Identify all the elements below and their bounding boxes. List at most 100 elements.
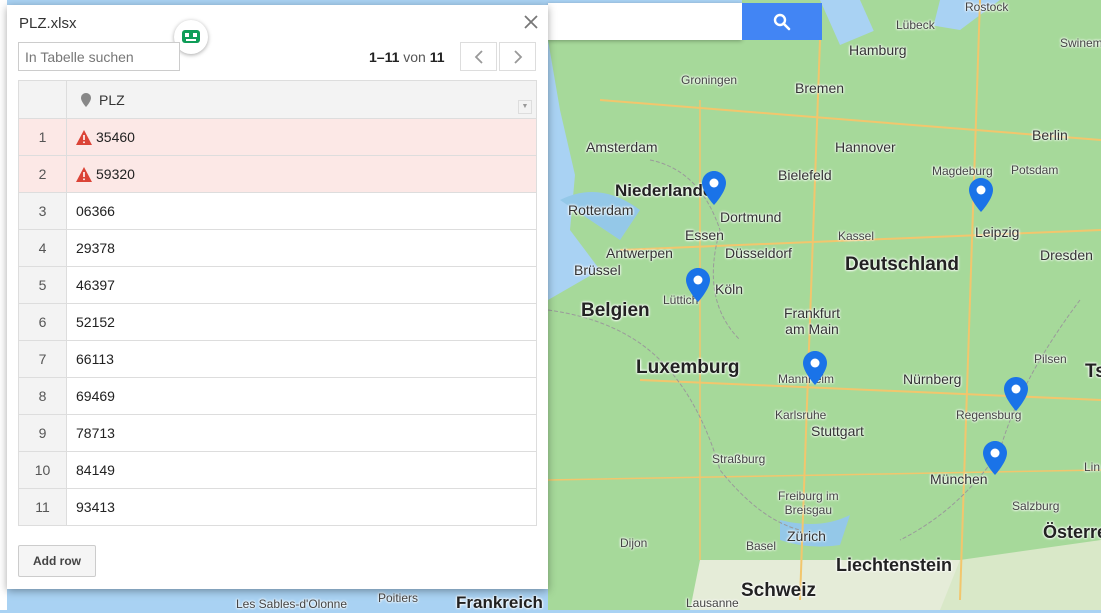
map-label-luebeck: Lübeck (896, 18, 935, 32)
map-pin-marker[interactable] (702, 171, 726, 205)
column-menu-arrow-icon[interactable]: ▼ (518, 99, 532, 114)
map-label-berlin: Berlin (1032, 127, 1068, 143)
plz-value: 84149 (76, 462, 115, 478)
plz-value: 35460 (96, 128, 135, 145)
pager-status: 1–11 von 11 (369, 49, 445, 65)
plz-value: 66113 (76, 351, 114, 367)
plz-value: 93413 (76, 499, 115, 515)
map-label-lausanne: Lausanne (686, 596, 739, 610)
map-search-field[interactable] (548, 3, 742, 40)
plz-cell[interactable]: 93413 (66, 488, 537, 526)
pager-range: 1–11 (369, 49, 400, 65)
table-row[interactable]: 11 93413 (18, 488, 537, 526)
map-label-freiburg: Freiburg im Breisgau (778, 489, 839, 517)
map-pin-marker[interactable] (1004, 377, 1028, 411)
map-pin-marker[interactable] (983, 441, 1007, 475)
table-search-input[interactable] (18, 42, 180, 71)
map-label-frankfurt: Frankfurt am Main (784, 305, 841, 337)
table-row[interactable]: 2 59320 (18, 155, 537, 193)
chevron-right-icon (513, 49, 522, 64)
map-label-kassel: Kassel (838, 229, 875, 243)
plz-cell[interactable]: 78713 (66, 414, 537, 452)
map-label-dresden: Dresden (1040, 247, 1093, 263)
table-row[interactable]: 6 52152 (18, 303, 537, 341)
row-number: 6 (18, 303, 67, 341)
map-label-hamburg: Hamburg (849, 42, 907, 58)
warning-icon (76, 167, 92, 183)
map-label-bremen: Bremen (795, 80, 845, 96)
add-row-button[interactable]: Add row (18, 545, 96, 577)
plz-cell[interactable]: 29378 (66, 229, 537, 267)
plz-cell[interactable]: 69469 (66, 377, 537, 415)
table-row[interactable]: 4 29378 (18, 229, 537, 267)
map-label-oesterreich: Österre (1043, 522, 1101, 542)
plz-cell[interactable]: 46397 (66, 266, 537, 304)
table-row[interactable]: 3 06366 (18, 192, 537, 230)
chevron-left-icon (474, 49, 483, 64)
plz-cell[interactable]: 35460 (66, 118, 537, 156)
map-label-niederlande: Niederlande (615, 181, 713, 200)
map-label-lin: Lin (1084, 460, 1101, 474)
map-label-poitiers: Poitiers (378, 591, 419, 605)
row-number: 3 (18, 192, 67, 230)
row-number: 10 (18, 451, 67, 489)
map-label-deutschland: Deutschland (845, 254, 960, 275)
pager-total: 11 (429, 49, 445, 65)
plz-value: 59320 (96, 165, 135, 182)
plz-cell[interactable]: 52152 (66, 303, 537, 341)
pager-of: von (403, 49, 426, 65)
row-number: 8 (18, 377, 67, 415)
map-pin-marker[interactable] (803, 351, 827, 385)
map-label-pilsen: Pilsen (1034, 352, 1067, 366)
plz-value: 69469 (76, 388, 115, 404)
left-strip (0, 0, 7, 610)
data-table-panel: PLZ.xlsx 1–11 von 11 PLZ ▼ (7, 5, 548, 589)
map-search-button[interactable] (742, 3, 822, 40)
plz-value: 46397 (76, 277, 115, 293)
map-label-muenchen: München (930, 471, 988, 487)
map-pin-marker[interactable] (969, 178, 993, 212)
previous-page-button[interactable] (460, 42, 497, 71)
table-row[interactable]: 7 66113 (18, 340, 537, 378)
close-icon (524, 15, 538, 29)
plz-cell[interactable]: 66113 (66, 340, 537, 378)
row-number: 7 (18, 340, 67, 378)
next-page-button[interactable] (499, 42, 536, 71)
map-label-salzburg: Salzburg (1012, 499, 1060, 513)
map-label-swinemuende: Swinem (1060, 36, 1101, 50)
map-label-zuerich: Zürich (787, 528, 826, 544)
table-row[interactable]: 9 78713 (18, 414, 537, 452)
map-label-groningen: Groningen (681, 73, 738, 87)
map-label-essen: Essen (685, 227, 724, 243)
plz-cell[interactable]: 84149 (66, 451, 537, 489)
row-number: 5 (18, 266, 67, 304)
column-header-plz[interactable]: PLZ ▼ (66, 80, 537, 119)
table-row[interactable]: 5 46397 (18, 266, 537, 304)
plz-cell[interactable]: 06366 (66, 192, 537, 230)
plz-value: 06366 (76, 203, 115, 219)
map-label-dijon: Dijon (620, 536, 648, 550)
map-label-liechtenstein: Liechtenstein (836, 555, 953, 575)
map-label-amsterdam: Amsterdam (586, 139, 658, 155)
plz-cell[interactable]: 59320 (66, 155, 537, 193)
table-row[interactable]: 10 84149 (18, 451, 537, 489)
row-number: 9 (18, 414, 67, 452)
panel-title: PLZ.xlsx (19, 15, 77, 32)
data-table: PLZ ▼ 1 35460 2 59320 3 06366 4 29378 5 46397 6 521… (18, 80, 537, 526)
row-number: 4 (18, 229, 67, 267)
map-label-frankreich: Frankreich (456, 593, 543, 612)
plz-value: 29378 (76, 240, 115, 256)
table-row[interactable]: 8 69469 (18, 377, 537, 415)
map-label-ts: Ts (1085, 361, 1101, 382)
map-label-duesseldorf: Düsseldorf (725, 245, 792, 261)
map-label-dortmund: Dortmund (720, 209, 782, 225)
close-button[interactable] (520, 11, 542, 33)
map-label-potsdam: Potsdam (1011, 163, 1059, 177)
map-pin-marker[interactable] (686, 268, 710, 302)
table-row[interactable]: 1 35460 (18, 118, 537, 156)
map-label-les-sables: Les Sables-d'Olonne (236, 597, 348, 611)
map-label-rotterdam: Rotterdam (568, 202, 634, 218)
map-label-antwerpen: Antwerpen (606, 245, 673, 261)
location-pin-icon (81, 92, 91, 107)
map-label-rostock: Rostock (965, 0, 1009, 14)
